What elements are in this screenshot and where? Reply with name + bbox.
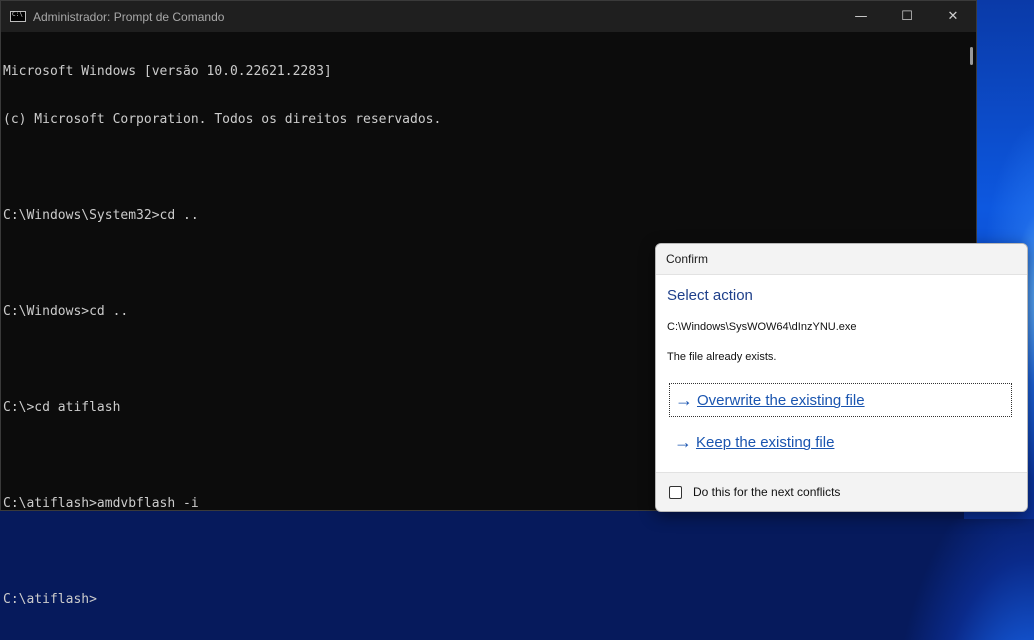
arrow-right-icon: → <box>675 389 693 410</box>
minimize-button[interactable]: — <box>838 1 884 32</box>
keep-file-option[interactable]: → Keep the existing file <box>669 425 1012 459</box>
dialog-title: Confirm <box>656 244 1027 275</box>
overwrite-file-option[interactable]: → Overwrite the existing file <box>669 383 1012 417</box>
console-line: (c) Microsoft Corporation. Todos os dire… <box>3 112 442 127</box>
dialog-footer: Do this for the next conflicts <box>656 472 1027 511</box>
console-line: Microsoft Windows [versão 10.0.22621.228… <box>3 64 332 79</box>
overwrite-file-label: Overwrite the existing file <box>697 391 865 409</box>
apply-to-all-label[interactable]: Do this for the next conflicts <box>693 485 840 499</box>
keep-file-label: Keep the existing file <box>696 433 835 451</box>
window-controls: — ☐ ✕ <box>838 1 976 32</box>
file-path: C:\Windows\SysWOW64\dInzYNU.exe <box>667 321 857 333</box>
window-title: Administrador: Prompt de Comando <box>33 9 225 24</box>
console-prompt-line: C:\atiflash> <box>3 592 97 607</box>
dialog-message: The file already exists. <box>667 351 777 363</box>
scrollbar-thumb[interactable] <box>970 47 973 65</box>
arrow-right-icon: → <box>674 431 692 452</box>
console-line: C:\Windows\System32>cd .. <box>3 208 199 223</box>
close-button[interactable]: ✕ <box>930 1 976 32</box>
confirm-dialog: Confirm Select action C:\Windows\SysWOW6… <box>655 243 1028 512</box>
dialog-heading: Select action <box>667 287 753 304</box>
title-bar[interactable]: Administrador: Prompt de Comando — ☐ ✕ <box>1 1 976 32</box>
apply-to-all-checkbox[interactable] <box>669 485 682 499</box>
maximize-button[interactable]: ☐ <box>884 1 930 32</box>
command-prompt-icon[interactable] <box>10 11 26 22</box>
